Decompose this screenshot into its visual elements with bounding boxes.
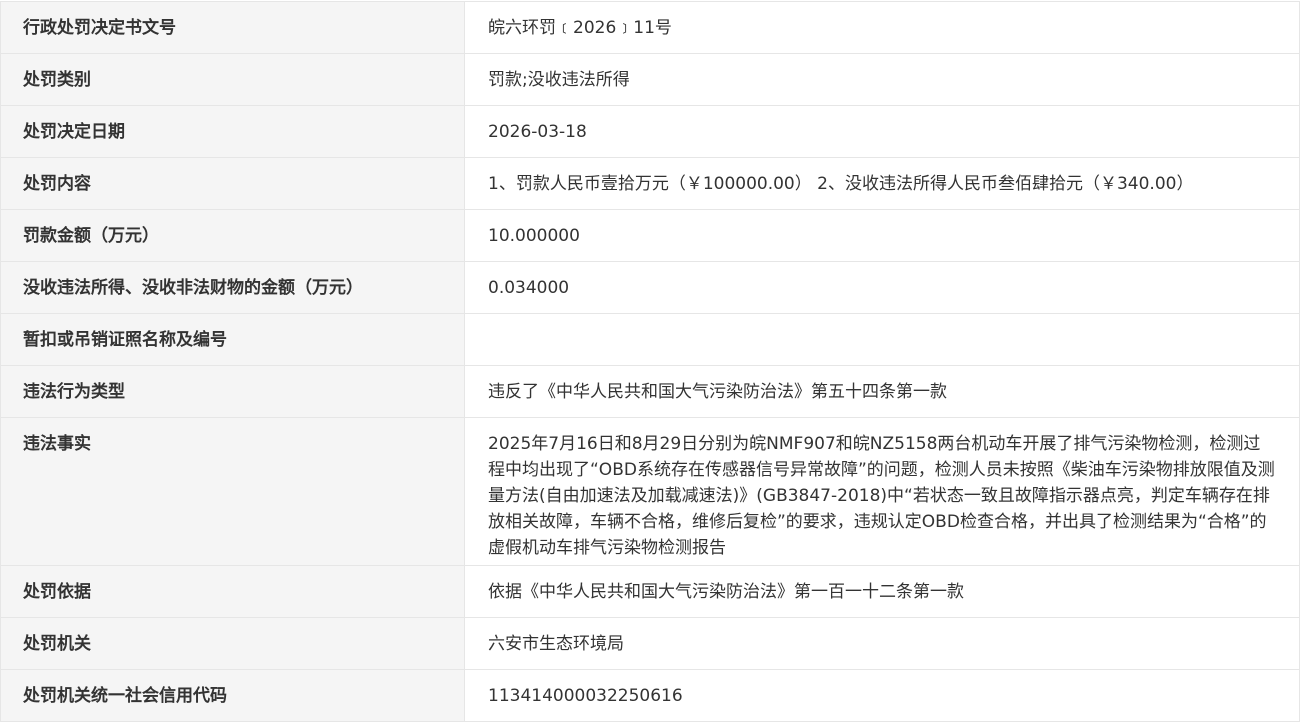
field-value: 2026-03-18: [464, 105, 1300, 158]
field-value: [464, 313, 1300, 366]
field-value: 11341400003225061​6: [464, 669, 1300, 722]
row-credit-code: 处罚机关统一社会信用代码 11341400003225061​6: [0, 669, 1300, 722]
field-value: 0.034000: [464, 261, 1300, 314]
row-violation-facts: 违法事实 2025年7月16日和8月29日分别为皖NMF907和皖NZ5158两…: [0, 417, 1300, 566]
field-label: 行政处罚决定书文号: [0, 1, 465, 54]
field-value: 依据《中华人民共和国大气污染防治法》第一百一十二条第一款: [464, 565, 1300, 618]
row-confiscated-amount: 没收违法所得、没收非法财物的金额（万元） 0.034000: [0, 261, 1300, 314]
row-penalty-authority: 处罚机关 六安市生态环境局: [0, 617, 1300, 670]
row-penalty-basis: 处罚依据 依据《中华人民共和国大气污染防治法》第一百一十二条第一款: [0, 565, 1300, 618]
row-license-suspension: 暂扣或吊销证照名称及编号: [0, 313, 1300, 366]
row-penalty-content: 处罚内容 1、罚款人民币壹拾万元（￥100000.00） 2、没收违法所得人民币…: [0, 157, 1300, 210]
field-label: 没收违法所得、没收非法财物的金额（万元）: [0, 261, 465, 314]
row-fine-amount: 罚款金额（万元） 10.000000: [0, 209, 1300, 262]
field-label: 处罚机关: [0, 617, 465, 670]
field-label: 处罚类别: [0, 53, 465, 106]
field-label: 处罚依据: [0, 565, 465, 618]
field-label: 暂扣或吊销证照名称及编号: [0, 313, 465, 366]
penalty-record-table: 行政处罚决定书文号 皖六环罚﹝2026﹞11号 处罚类别 罚款;没收违法所得 处…: [0, 1, 1300, 722]
field-value: 罚款;没收违法所得: [464, 53, 1300, 106]
row-decision-number: 行政处罚决定书文号 皖六环罚﹝2026﹞11号: [0, 1, 1300, 54]
row-decision-date: 处罚决定日期 2026-03-18: [0, 105, 1300, 158]
field-value: 皖六环罚﹝2026﹞11号: [464, 1, 1300, 54]
field-value: 1、罚款人民币壹拾万元（￥100000.00） 2、没收违法所得人民币叁佰肆拾元…: [464, 157, 1300, 210]
field-label: 违法行为类型: [0, 365, 465, 418]
row-violation-type: 违法行为类型 违反了《中华人民共和国大气污染防治法》第五十四条第一款: [0, 365, 1300, 418]
field-label: 处罚决定日期: [0, 105, 465, 158]
field-value: 违反了《中华人民共和国大气污染防治法》第五十四条第一款: [464, 365, 1300, 418]
field-label: 罚款金额（万元）: [0, 209, 465, 262]
field-label: 处罚内容: [0, 157, 465, 210]
field-label: 违法事实: [0, 417, 465, 566]
field-value: 10.000000: [464, 209, 1300, 262]
row-penalty-category: 处罚类别 罚款;没收违法所得: [0, 53, 1300, 106]
field-value: 六安市生态环境局: [464, 617, 1300, 670]
field-value: 2025年7月16日和8月29日分别为皖NMF907和皖NZ5158两台机动车开…: [464, 417, 1300, 566]
field-label: 处罚机关统一社会信用代码: [0, 669, 465, 722]
